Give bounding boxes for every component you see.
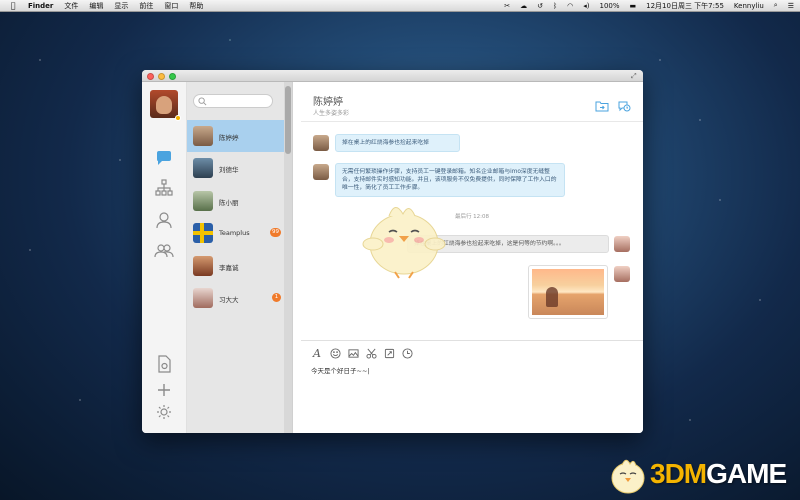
bluetooth-icon[interactable]: ᛒ <box>553 2 557 10</box>
3dmgame-watermark: 3DMGAME <box>608 452 798 496</box>
online-status-badge <box>175 115 181 121</box>
cloud-status-icon[interactable]: ☁ <box>520 2 527 10</box>
message-composer: A <box>301 340 643 433</box>
user-menu[interactable]: Kennyliu <box>734 2 764 10</box>
conversation-scrollbar[interactable] <box>284 82 292 433</box>
message-timestamp: 最后行 12:08 <box>454 214 490 220</box>
sender-avatar[interactable] <box>313 135 329 151</box>
apple-menu-icon[interactable]:  <box>6 1 20 10</box>
unread-badge: 1 <box>272 293 281 302</box>
sender-avatar[interactable] <box>313 164 329 180</box>
menu-window[interactable]: 窗口 <box>164 1 178 11</box>
battery-status[interactable]: 100% <box>600 2 620 10</box>
volume-icon[interactable]: ◂) <box>583 2 589 10</box>
menu-help[interactable]: 帮助 <box>189 1 203 11</box>
contact-name: 陈小丽 <box>219 199 239 207</box>
flag-input-icon[interactable]: ▬ <box>630 2 637 10</box>
chat-history-icon[interactable] <box>617 100 631 112</box>
history-clock-icon[interactable] <box>401 347 413 359</box>
chat-header: 陈婷婷 人生多姿多彩 <box>301 82 643 122</box>
image-icon[interactable] <box>347 347 359 359</box>
avatar <box>193 126 213 146</box>
clock-display[interactable]: 12月10日周三 下午7:55 <box>646 1 724 11</box>
chick-mascot-sticker <box>359 192 449 282</box>
contact-icon[interactable] <box>154 210 174 230</box>
menu-edit[interactable]: 编辑 <box>89 1 103 11</box>
group-icon[interactable] <box>154 240 174 260</box>
search-input[interactable] <box>208 96 270 106</box>
contact-name: Teamplus <box>219 229 250 237</box>
chat-title: 陈婷婷 <box>313 97 343 108</box>
nav-rail <box>142 82 187 433</box>
avatar <box>193 256 213 276</box>
message-input[interactable] <box>311 365 631 415</box>
screenshot-scissors-icon[interactable] <box>365 347 377 359</box>
composer-toolbar: A <box>311 347 419 360</box>
menu-go[interactable]: 前往 <box>139 1 153 11</box>
watermark-text: 3DMGAME <box>650 458 787 489</box>
contact-name: 陈婷婷 <box>219 134 239 142</box>
conversation-item[interactable]: 习大大 1 <box>187 282 285 314</box>
chat-pane: 陈婷婷 人生多姿多彩 掉在桌上的红烧海参也捡起来吃掉 无需任何繁琐操作步骤，支持… <box>301 82 643 433</box>
window-controls <box>147 73 180 80</box>
search-box[interactable] <box>193 94 273 108</box>
scissors-status-icon[interactable]: ✂ <box>504 2 510 10</box>
chick-logo-icon <box>611 459 645 494</box>
shake-window-icon[interactable] <box>383 347 395 359</box>
chat-subtitle: 人生多姿多彩 <box>313 110 350 117</box>
minimize-button[interactable] <box>158 73 165 80</box>
menu-view[interactable]: 显示 <box>114 1 128 11</box>
conversation-item[interactable]: 陈小丽 <box>187 185 285 217</box>
add-icon[interactable] <box>154 380 174 400</box>
menu-bar:  Finder 文件 编辑 显示 前往 窗口 帮助 ✂ ☁ ↺ ᛒ ◠ ◂) … <box>0 0 800 12</box>
conversation-item[interactable]: Teamplus 99 <box>187 217 285 249</box>
notification-center-icon[interactable]: ☰ <box>788 2 794 10</box>
chat-bubble-icon[interactable] <box>154 148 174 168</box>
wifi-icon[interactable]: ◠ <box>567 2 573 10</box>
zoom-button[interactable] <box>169 73 176 80</box>
window-titlebar[interactable]: ⤢ <box>142 70 643 82</box>
my-avatar[interactable] <box>150 90 178 118</box>
unread-badge: 99 <box>270 228 281 237</box>
org-chart-icon[interactable] <box>154 178 174 198</box>
my-message-avatar[interactable] <box>614 236 630 252</box>
avatar <box>193 191 213 211</box>
beach-photo <box>532 269 604 315</box>
avatar <box>193 158 213 178</box>
contact-name: 李嘉诚 <box>219 264 239 272</box>
file-lock-icon[interactable] <box>154 354 174 374</box>
menu-extras: ✂ ☁ ↺ ᛒ ◠ ◂) 100% ▬ 12月10日周三 下午7:55 Kenn… <box>494 1 800 11</box>
conversation-list: 陈婷婷 刘德华 陈小丽 Teamplus 99 李嘉诚 习大大 1 <box>187 82 293 433</box>
emoji-icon[interactable] <box>329 347 341 359</box>
menu-app-name[interactable]: Finder <box>28 2 53 10</box>
image-message[interactable] <box>528 265 608 319</box>
conversation-item[interactable]: 刘德华 <box>187 152 285 184</box>
close-button[interactable] <box>147 73 154 80</box>
time-machine-icon[interactable]: ↺ <box>537 2 543 10</box>
contact-name: 习大大 <box>219 296 239 304</box>
avatar <box>193 288 213 308</box>
menu-file[interactable]: 文件 <box>64 1 78 11</box>
chat-app-window: ⤢ 陈婷婷 刘德华 陈小丽 Teamplus 99 李嘉诚 习大大 1 陈婷婷 … <box>142 70 643 433</box>
message-bubble: 掉在桌上的红烧海参也捡起来吃掉 <box>335 134 460 152</box>
my-message-avatar[interactable] <box>614 266 630 282</box>
fullscreen-icon[interactable]: ⤢ <box>631 72 639 80</box>
spotlight-icon[interactable]: ⌕ <box>774 1 778 10</box>
conversation-item[interactable]: 陈婷婷 <box>187 120 285 152</box>
conversation-item[interactable]: 李嘉诚 <box>187 250 285 282</box>
scrollbar-thumb[interactable] <box>285 86 291 154</box>
search-icon <box>198 97 207 106</box>
contact-name: 刘德华 <box>219 166 239 174</box>
folder-share-icon[interactable] <box>595 100 609 112</box>
font-style-icon[interactable]: A <box>311 347 323 360</box>
avatar <box>193 223 213 243</box>
gear-icon[interactable] <box>154 402 174 422</box>
